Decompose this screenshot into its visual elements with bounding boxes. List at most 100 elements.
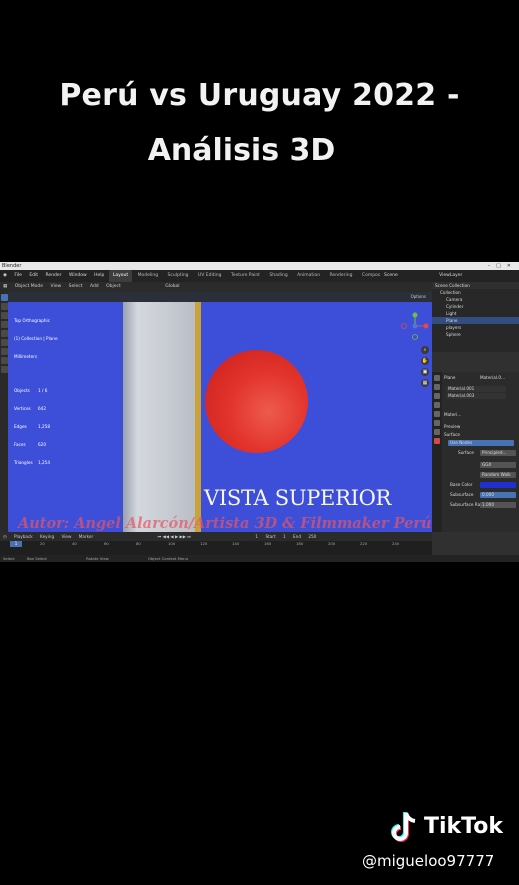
playback-controls-icon[interactable]: ⏮ ◀◀ ◀ ▶ ▶▶ ⏭	[98, 532, 195, 541]
menu-view-timeline[interactable]: View	[58, 532, 74, 541]
viewport-statistics: Top Orthographic (1) Collection | Plane …	[14, 306, 58, 478]
measure-tool-icon[interactable]	[0, 357, 8, 364]
window-titlebar: Blender –□✕	[0, 262, 519, 270]
properties-panel: Plane Material.0... Material.001 Materia…	[432, 372, 519, 532]
timeline-track[interactable]: 1 20 40 60 80 100 120 140 160 180 200 22…	[0, 541, 432, 555]
stat-value: 1,254	[38, 460, 50, 465]
transform-orientation-dropdown[interactable]: Global	[125, 282, 182, 292]
timeline-tick: 120	[200, 541, 208, 546]
scale-tool-icon[interactable]	[0, 330, 8, 337]
units-label: Millimeters	[14, 354, 38, 359]
move-tool-icon[interactable]	[0, 312, 8, 319]
outliner-scene-collection[interactable]: Scene Collection	[432, 282, 519, 289]
menu-marker[interactable]: Marker	[76, 532, 96, 541]
outliner-item-players[interactable]: players	[432, 324, 519, 331]
modifier-tab-icon[interactable]	[434, 429, 440, 435]
timeline-editor-icon[interactable]: ◷	[0, 532, 10, 541]
subsurface-label: Subsurface	[450, 492, 474, 497]
viewport-subheader: Options	[8, 292, 432, 302]
end-frame-field[interactable]: 250	[305, 532, 319, 541]
red-ball	[205, 350, 308, 453]
scene-selector[interactable]: Scene	[384, 273, 398, 278]
navigation-gizmo-icon[interactable]	[401, 312, 429, 340]
zoom-icon[interactable]: ⌕	[421, 346, 429, 354]
status-rotate-view: Rotate View	[86, 556, 109, 561]
timeline-tick: 160	[264, 541, 272, 546]
subsurface-method-dropdown[interactable]: Random Walk	[480, 472, 516, 478]
status-box-select: Box Select	[26, 556, 47, 561]
camera-view-icon[interactable]: ▣	[421, 368, 429, 376]
timeline-header: ◷ Playback Keying View Marker ⏮ ◀◀ ◀ ▶ ▶…	[0, 532, 432, 541]
transform-tool-icon[interactable]	[0, 339, 8, 346]
blender-screenshot: Blender –□✕ ◉ File Edit Render Window He…	[0, 262, 519, 562]
workspace-tab-uv-editing[interactable]: UV Editing	[194, 270, 225, 282]
scene-tab-icon[interactable]	[434, 402, 440, 408]
output-tab-icon[interactable]	[434, 393, 440, 399]
options-dropdown[interactable]: Options	[411, 292, 426, 302]
frame-cursor[interactable]: 1	[10, 541, 22, 547]
workspace-tab-shading[interactable]: Shading	[265, 270, 291, 282]
goal-post-edge	[195, 302, 201, 532]
view-layer-selector[interactable]: ViewLayer	[399, 273, 462, 278]
start-frame-field[interactable]: 1	[280, 532, 289, 541]
material-slot-1[interactable]: Material.001	[446, 386, 506, 392]
video-caption-line-2: Análisis 3D	[147, 133, 336, 168]
menu-keying[interactable]: Keying	[37, 532, 57, 541]
menu-render[interactable]: Render	[43, 270, 65, 282]
workspace-tab-texture-paint[interactable]: Texture Paint	[227, 270, 264, 282]
pan-hand-icon[interactable]: ✋	[421, 357, 429, 365]
timeline-tick: 240	[392, 541, 400, 546]
ortho-grid-icon[interactable]: ▦	[421, 379, 429, 387]
outliner-item-plane[interactable]: Plane	[432, 317, 519, 324]
subsurface-value[interactable]: 0.000	[480, 492, 516, 498]
select-tool-icon[interactable]	[0, 294, 8, 301]
outliner-item-light[interactable]: Light	[432, 310, 519, 317]
workspace-tab-animation[interactable]: Animation	[293, 270, 324, 282]
outliner-item-cylinder[interactable]: Cylinder	[432, 303, 519, 310]
window-controls[interactable]: –□✕	[488, 262, 517, 270]
world-tab-icon[interactable]	[434, 411, 440, 417]
annotate-tool-icon[interactable]	[0, 348, 8, 355]
preview-panel-header[interactable]: Preview	[444, 424, 460, 430]
workspace-tab-sculpting[interactable]: Sculpting	[164, 270, 193, 282]
subsurface-radius-value[interactable]: 1.000	[480, 502, 516, 508]
base-color-swatch[interactable]	[480, 482, 516, 488]
properties-tabs	[432, 372, 442, 532]
material-tab-icon[interactable]	[434, 438, 440, 444]
menu-view[interactable]: View	[48, 282, 65, 292]
menu-select[interactable]: Select	[66, 282, 86, 292]
timeline-tick: 180	[296, 541, 304, 546]
blender-logo-icon[interactable]: ◉	[0, 270, 10, 282]
mode-dropdown[interactable]: Object Mode	[12, 282, 46, 292]
rotate-tool-icon[interactable]	[0, 321, 8, 328]
outliner-panel: Scene Collection Collection Camera Cylin…	[432, 282, 519, 352]
tool-tab-icon[interactable]	[434, 375, 440, 381]
cursor-tool-icon[interactable]	[0, 303, 8, 310]
3d-viewport[interactable]: Top Orthographic (1) Collection | Plane …	[8, 302, 432, 532]
workspace-tab-modeling[interactable]: Modeling	[134, 270, 162, 282]
add-cube-tool-icon[interactable]	[0, 366, 8, 373]
outliner-collection[interactable]: Collection	[432, 289, 519, 296]
menu-edit[interactable]: Edit	[26, 270, 41, 282]
outliner-item-sphere[interactable]: Sphere	[432, 331, 519, 338]
render-tab-icon[interactable]	[434, 384, 440, 390]
menu-playback[interactable]: Playback	[11, 532, 36, 541]
object-tab-icon[interactable]	[434, 420, 440, 426]
surface-panel-header[interactable]: Surface	[444, 432, 460, 438]
stat-label: Triangles	[14, 460, 33, 465]
material-name-field[interactable]: Materi...	[444, 412, 461, 418]
current-frame-field[interactable]: 1	[195, 532, 261, 541]
surface-shader-dropdown[interactable]: Principled...	[480, 450, 516, 456]
menu-help[interactable]: Help	[91, 270, 107, 282]
menu-add[interactable]: Add	[87, 282, 102, 292]
menu-file[interactable]: File	[11, 270, 25, 282]
menu-object[interactable]: Object	[103, 282, 124, 292]
use-nodes-button[interactable]: Use Nodes	[448, 440, 514, 446]
material-slot-2[interactable]: Material.003	[446, 393, 506, 399]
workspace-tab-rendering[interactable]: Rendering	[326, 270, 357, 282]
distribution-dropdown[interactable]: GGX	[480, 462, 516, 468]
menu-window[interactable]: Window	[66, 270, 90, 282]
workspace-tab-layout[interactable]: Layout	[108, 270, 133, 282]
editor-type-icon[interactable]: ▦	[0, 282, 10, 292]
outliner-item-camera[interactable]: Camera	[432, 296, 519, 303]
